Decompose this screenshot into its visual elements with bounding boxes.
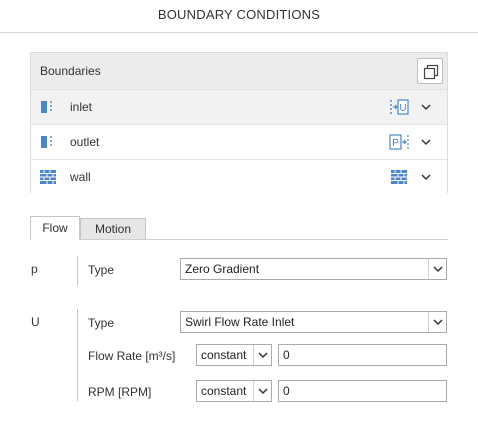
flow-rate-mode-value: constant	[201, 348, 247, 362]
boundary-row-inlet[interactable]: inlet U	[31, 89, 447, 124]
rpm-mode-value: constant	[201, 384, 247, 398]
rpm-label: RPM [RPM]	[88, 385, 152, 399]
velocity-inlet-icon: U	[390, 99, 409, 115]
boundaries-header-label: Boundaries	[40, 64, 101, 78]
select-divider	[428, 259, 429, 279]
rpm-mode-select[interactable]: constant	[196, 380, 272, 402]
chevron-down-icon	[433, 319, 443, 326]
chevron-down-icon	[258, 388, 268, 395]
boundaries-header: Boundaries	[31, 53, 447, 89]
u-type-value: Swirl Flow Rate Inlet	[185, 315, 295, 329]
boundary-label: outlet	[70, 135, 100, 149]
p-section-bar	[77, 256, 78, 286]
u-type-select[interactable]: Swirl Flow Rate Inlet	[180, 311, 447, 333]
p-type-value: Zero Gradient	[185, 262, 260, 276]
u-type-label: Type	[88, 316, 115, 330]
p-type-label: Type	[88, 263, 115, 277]
flow-rate-mode-select[interactable]: constant	[196, 344, 272, 366]
copy-button[interactable]	[417, 58, 443, 84]
u-section-symbol: U	[31, 315, 40, 329]
svg-text:U: U	[399, 103, 406, 114]
flow-rate-label: Flow Rate [m³/s]	[88, 349, 176, 363]
tab-divider	[30, 239, 448, 240]
title-divider	[0, 32, 478, 33]
rpm-input[interactable]	[278, 380, 447, 402]
patch-icon	[41, 101, 52, 113]
chevron-down-icon	[433, 266, 443, 273]
select-divider	[428, 312, 429, 332]
tab-flow[interactable]: Flow	[30, 216, 80, 240]
chevron-down-icon[interactable]	[420, 136, 432, 148]
wall-icon	[40, 170, 56, 184]
chevron-down-icon	[258, 352, 268, 359]
tab-bar: Flow Motion	[30, 216, 448, 240]
svg-text:P: P	[392, 138, 399, 149]
select-divider	[253, 345, 254, 365]
chevron-down-icon[interactable]	[420, 101, 432, 113]
boundary-row-wall[interactable]: wall	[31, 159, 447, 194]
u-section-bar	[77, 309, 78, 401]
boundaries-panel: Boundaries inlet U outlet P wall	[30, 52, 448, 194]
p-section-symbol: p	[31, 262, 38, 276]
page-title: BOUNDARY CONDITIONS	[157, 7, 321, 22]
wall-icon	[391, 170, 407, 184]
boundary-row-outlet[interactable]: outlet P	[31, 124, 447, 159]
boundary-label: wall	[70, 170, 91, 184]
patch-icon	[41, 136, 52, 148]
flow-rate-input[interactable]	[278, 344, 447, 366]
p-type-select[interactable]: Zero Gradient	[180, 258, 447, 280]
chevron-down-icon[interactable]	[420, 171, 432, 183]
boundary-label: inlet	[70, 100, 93, 114]
select-divider	[253, 381, 254, 401]
copy-icon	[423, 64, 439, 80]
tab-motion[interactable]: Motion	[80, 218, 146, 240]
pressure-outlet-icon: P	[389, 134, 409, 150]
